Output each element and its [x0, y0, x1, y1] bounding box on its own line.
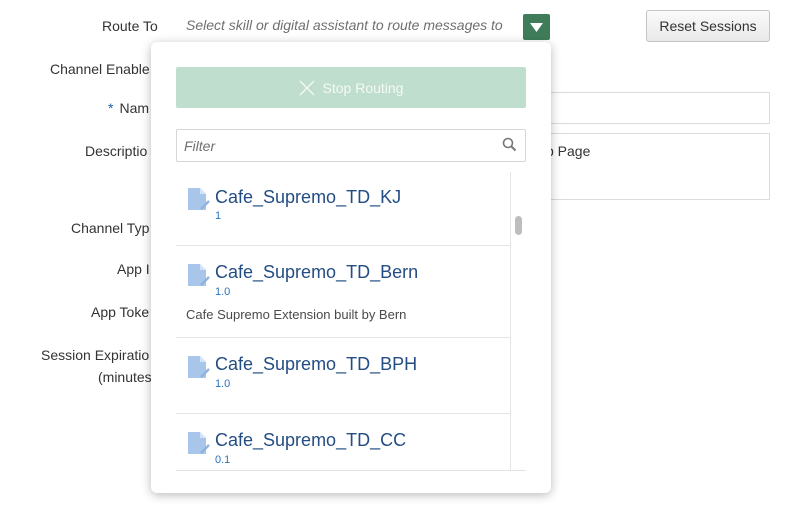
app-id-label: App I	[117, 261, 150, 277]
route-to-label: Route To	[102, 18, 158, 34]
name-field[interactable]	[530, 92, 770, 124]
item-version: 1.0	[215, 286, 231, 298]
list-item[interactable]: Cafe_Supremo_TD_Bern 1.0 Cafe Supremo Ex…	[176, 246, 511, 338]
stop-routing-label: Stop Routing	[322, 79, 404, 96]
channel-enabled-label: Channel Enable	[50, 61, 150, 77]
reset-sessions-button[interactable]: Reset Sessions	[646, 10, 770, 42]
app-token-label: App Toke	[91, 304, 150, 320]
item-version: 0.1	[215, 454, 231, 466]
required-indicator: *	[108, 100, 114, 116]
chevron-down-icon	[530, 23, 543, 32]
name-label: * Nam	[108, 100, 149, 116]
list-scrollbar[interactable]	[510, 172, 526, 470]
route-to-select[interactable]: Select skill or digital assistant to rou…	[186, 17, 503, 33]
skill-document-icon	[188, 264, 210, 286]
scrollbar-thumb[interactable]	[515, 216, 522, 235]
item-version: 1.0	[215, 378, 231, 390]
item-name: Cafe_Supremo_TD_CC	[215, 430, 407, 450]
search-icon[interactable]	[502, 137, 517, 152]
item-name: Cafe_Supremo_TD_KJ	[215, 187, 402, 207]
route-to-dropdown: Stop Routing Filter Cafe_Supremo_TD_KJ 1	[151, 42, 551, 493]
filter-placeholder: Filter	[184, 138, 216, 154]
item-name: Cafe_Supremo_TD_Bern	[215, 262, 419, 282]
list-item[interactable]: Cafe_Supremo_TD_KJ 1	[176, 172, 511, 246]
skill-document-icon	[188, 432, 210, 454]
stop-routing-button[interactable]: Stop Routing	[176, 67, 526, 108]
description-label: Descriptio	[85, 143, 148, 159]
skill-list: Cafe_Supremo_TD_KJ 1 Cafe_Supremo_TD_Ber…	[176, 172, 526, 471]
item-name: Cafe_Supremo_TD_BPH	[215, 354, 418, 374]
item-description: Cafe Supremo Extension built by Bern	[186, 307, 407, 322]
skill-list-items: Cafe_Supremo_TD_KJ 1 Cafe_Supremo_TD_Ber…	[176, 172, 511, 470]
list-item[interactable]: Cafe_Supremo_TD_BPH 1.0	[176, 338, 511, 414]
description-field[interactable]: b Page	[530, 133, 770, 200]
channel-type-label: Channel Typ	[71, 220, 150, 236]
close-icon	[299, 80, 314, 95]
session-expiration-label: Session Expiratio	[41, 347, 150, 363]
skill-document-icon	[188, 188, 210, 210]
skill-document-icon	[188, 356, 210, 378]
session-expiration-unit: (minutes	[98, 369, 152, 385]
item-version: 1	[215, 210, 222, 222]
description-value: b Page	[546, 143, 591, 159]
name-label-text: Nam	[119, 100, 150, 116]
list-item[interactable]: Cafe_Supremo_TD_CC 0.1	[176, 414, 511, 470]
filter-input[interactable]: Filter	[176, 129, 526, 162]
route-to-dropdown-toggle[interactable]	[523, 14, 550, 40]
